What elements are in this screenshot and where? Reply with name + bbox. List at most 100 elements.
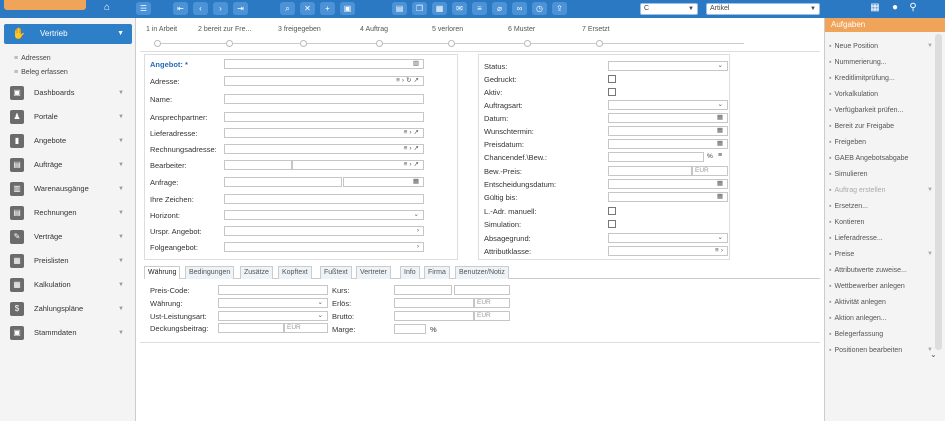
menu-icon[interactable]: ☰ xyxy=(136,2,151,15)
step-3[interactable]: 3 freigegeben xyxy=(278,26,321,33)
angebot-input[interactable]: ▥ xyxy=(224,59,424,69)
sidebar-item-portale[interactable]: ♟ Portale ▼ xyxy=(6,107,132,127)
kurs-factor-input[interactable] xyxy=(454,285,510,295)
waehrung-select[interactable]: ⌄ xyxy=(218,298,328,308)
brutto-input[interactable] xyxy=(394,311,474,321)
urspr-angebot-input[interactable]: › xyxy=(224,226,424,236)
name-input[interactable] xyxy=(224,94,424,104)
tab-info[interactable]: Info xyxy=(400,266,420,279)
gedruckt-checkbox[interactable] xyxy=(608,75,616,83)
rechnungsadresse-input[interactable]: ≡›↗ xyxy=(224,144,424,154)
lookup-icons[interactable]: ≡› xyxy=(715,247,725,255)
sidebar-sub-beleg[interactable]: ≡ Beleg erfassen xyxy=(14,68,68,78)
erloes-input[interactable] xyxy=(394,298,474,308)
folgeangebot-input[interactable]: › xyxy=(224,242,424,252)
view-select[interactable]: C ▼ xyxy=(640,3,698,15)
tab-bedingungen[interactable]: Bedingungen xyxy=(185,266,235,279)
task-item[interactable]: ▪ Aktivität anlegen xyxy=(829,295,933,310)
task-item[interactable]: ▪ Vorkalkulation xyxy=(829,87,933,102)
step-5[interactable]: 5 verloren xyxy=(432,26,463,33)
task-item[interactable]: ▪ Simulieren xyxy=(829,167,933,182)
task-item[interactable]: ▪ Kreditlimitprüfung... xyxy=(829,71,933,86)
sidebar-item-auftraege[interactable]: ▤ Aufträge ▼ xyxy=(6,155,132,175)
lookup-icons[interactable]: ≡›↗ xyxy=(404,161,421,169)
last-record-icon[interactable]: ⇥ xyxy=(233,2,248,15)
tab-zusaetze[interactable]: Zusätze xyxy=(240,266,273,279)
tab-kopftext[interactable]: Kopftext xyxy=(278,266,312,279)
copy-icon[interactable]: ❐ xyxy=(412,2,427,15)
ansprechpartner-input[interactable] xyxy=(224,112,424,122)
search-icon[interactable]: ⌕ xyxy=(280,2,295,15)
ihre-zeichen-input[interactable] xyxy=(224,194,424,204)
entscheidungsdatum-input[interactable]: ▦ xyxy=(608,179,728,189)
task-item[interactable]: ▪ Nummerierung... xyxy=(829,55,933,70)
user-icon[interactable]: ● xyxy=(888,1,902,15)
gueltig-bis-input[interactable]: ▦ xyxy=(608,192,728,202)
tab-waehrung[interactable]: Währung xyxy=(144,266,181,279)
lookup-icons[interactable]: ≡›↻↗ xyxy=(396,77,421,85)
calendar-icon[interactable]: ▦ xyxy=(717,180,725,188)
tab-vertreter[interactable]: Vertreter xyxy=(356,266,391,279)
tasks-scrollbar[interactable] xyxy=(935,34,942,350)
attachment-icon[interactable]: ⌀ xyxy=(492,2,507,15)
anfrage-date-input[interactable]: ▦ xyxy=(343,177,424,187)
link-icon[interactable]: ∞ xyxy=(512,2,527,15)
step-2[interactable]: 2 bereit zur Fre... xyxy=(198,26,251,33)
sidebar-item-vertraege[interactable]: ✎ Verträge ▼ xyxy=(6,227,132,247)
task-item[interactable]: ▪ Aktion anlegen... xyxy=(829,311,933,326)
article-select[interactable]: Artikel ▼ xyxy=(706,3,820,15)
add-icon[interactable]: + xyxy=(320,2,335,15)
list-icon[interactable]: ≡ xyxy=(472,2,487,15)
step-6[interactable]: 6 Muster xyxy=(508,26,535,33)
horizont-select[interactable]: ⌄ xyxy=(224,210,424,220)
bew-preis-input[interactable] xyxy=(608,166,692,176)
adresse-input[interactable]: ≡›↻↗ xyxy=(224,76,424,86)
task-item[interactable]: ▪ Lieferadresse... xyxy=(829,231,933,246)
lookup-icons[interactable]: ≡›↗ xyxy=(404,145,421,153)
sidebar-item-rechnungen[interactable]: ▤ Rechnungen ▼ xyxy=(6,203,132,223)
grid-icon[interactable]: ▦ xyxy=(868,1,882,15)
tab-fusstext[interactable]: Fußtext xyxy=(320,266,352,279)
tab-benutzer-notiz[interactable]: Benutzer/Notiz xyxy=(455,266,509,279)
step-1[interactable]: 1 in Arbeit xyxy=(146,26,177,33)
task-item[interactable]: ▪ Verfügbarkeit prüfen... xyxy=(829,103,933,118)
calendar-icon[interactable]: ▦ xyxy=(717,193,725,201)
list-icon[interactable]: ≡ xyxy=(718,152,722,159)
status-select[interactable]: ⌄ xyxy=(608,61,728,71)
step-4[interactable]: 4 Auftrag xyxy=(360,26,388,33)
absagegrund-select[interactable]: ⌄ xyxy=(608,233,728,243)
app-logo-button[interactable] xyxy=(4,0,86,10)
task-item[interactable]: ▪ Belegerfassung xyxy=(829,327,933,342)
calendar-icon[interactable]: ▦ xyxy=(717,114,725,122)
task-item[interactable]: ▪ Freigeben xyxy=(829,135,933,150)
task-item[interactable]: ▪ Ersetzen... xyxy=(829,199,933,214)
chevron-right-icon[interactable]: › xyxy=(417,227,421,235)
sidebar-item-angebote[interactable]: ▮ Angebote ▼ xyxy=(6,131,132,151)
step-7[interactable]: 7 Ersetzt xyxy=(582,26,610,33)
ust-select[interactable]: ⌄ xyxy=(218,311,328,321)
sidebar-item-kalkulation[interactable]: ▦ Kalkulation ▼ xyxy=(6,275,132,295)
wunschtermin-input[interactable]: ▦ xyxy=(608,126,728,136)
task-item[interactable]: ▪ GAEB Angebotsabgabe xyxy=(829,151,933,166)
task-item[interactable]: ▪ Wettbewerber anlegen xyxy=(829,279,933,294)
auftragsart-select[interactable]: ⌄ xyxy=(608,100,728,110)
bearbeiter-name-input[interactable]: ≡›↗ xyxy=(292,160,424,170)
sidebar-item-dashboards[interactable]: ▣ Dashboards ▼ xyxy=(6,83,132,103)
calendar-icon[interactable]: ▦ xyxy=(413,178,421,186)
task-item[interactable]: ▪ Neue Position ▼ xyxy=(829,39,933,54)
sidebar-item-vertrieb[interactable]: ✋ Vertrieb ▼ xyxy=(4,24,132,44)
chevron-right-icon[interactable]: › xyxy=(417,243,421,251)
mail-icon[interactable]: ✉ xyxy=(452,2,467,15)
preisdatum-input[interactable]: ▦ xyxy=(608,139,728,149)
attributklasse-input[interactable]: ≡› xyxy=(608,246,728,256)
barcode-icon[interactable]: ▥ xyxy=(413,60,421,68)
datum-input[interactable]: ▦ xyxy=(608,113,728,123)
document-icon[interactable]: ▦ xyxy=(432,2,447,15)
simulation-checkbox[interactable] xyxy=(608,220,616,228)
pin-icon[interactable]: ⚲ xyxy=(906,1,920,15)
task-item[interactable]: ▪ Attributwerte zuweise... xyxy=(829,263,933,278)
ladr-manuell-checkbox[interactable] xyxy=(608,207,616,215)
marge-input[interactable] xyxy=(394,324,426,334)
task-item[interactable]: ▪ Bereit zur Freigabe xyxy=(829,119,933,134)
bearbeiter-code-input[interactable] xyxy=(224,160,292,170)
